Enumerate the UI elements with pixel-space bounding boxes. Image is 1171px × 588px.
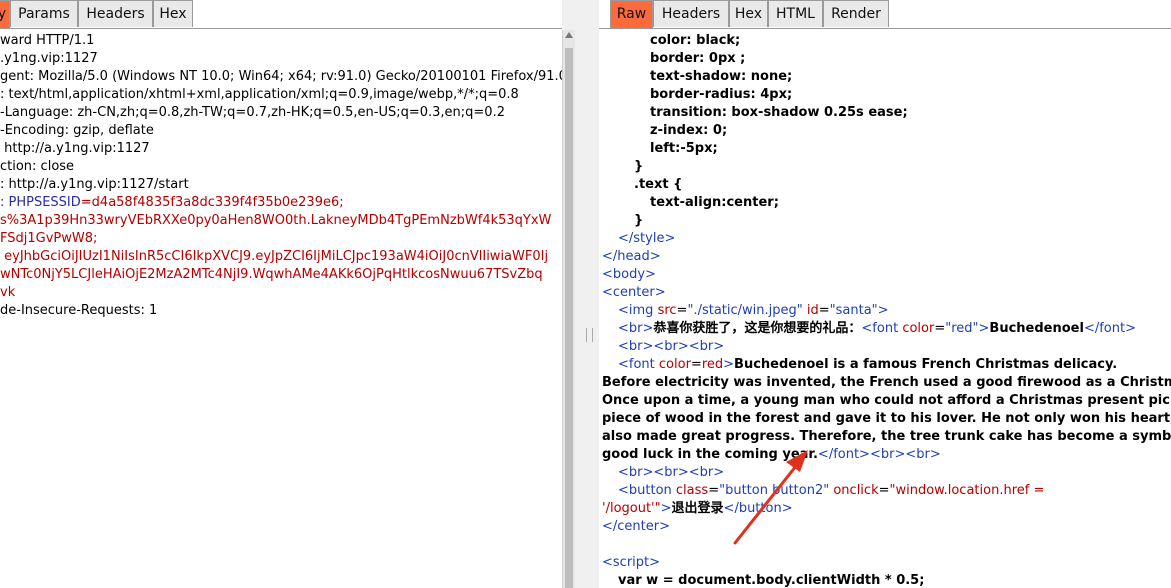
request-line: vk — [0, 285, 16, 300]
css-line: border-radius: 4px; — [650, 87, 793, 102]
gift-name: Buchedenoel — [989, 321, 1084, 336]
css-line: border: 0px ; — [650, 51, 746, 66]
br-tags: <br><br><br> — [618, 465, 725, 480]
cookie-value: =d4a58f4835f3a8dc339f4f35b0e239e6; — [80, 195, 344, 210]
tab-params[interactable]: Params — [10, 0, 78, 27]
tab-headers[interactable]: Headers — [78, 0, 153, 27]
cookie-name: : PHPSESSID — [0, 195, 81, 210]
attr-token: color — [658, 357, 691, 372]
request-editor[interactable]: ward HTTP/1.1 .y1ng.vip:1127 gent: Mozilla… — [0, 30, 562, 588]
attr-token: onclick — [829, 483, 879, 498]
css-line: z-index: 0; — [650, 123, 728, 138]
scroll-thumb[interactable] — [565, 48, 573, 588]
value-token: red — [701, 357, 724, 372]
css-brace: } — [634, 159, 644, 174]
style-close-tag: </style> — [618, 231, 676, 246]
scroll-up-arrow-icon[interactable] — [565, 32, 573, 38]
attr-token: id — [802, 303, 819, 318]
tag-token: > — [723, 357, 735, 372]
css-line: left:-5px; — [650, 141, 718, 156]
request-line: .y1ng.vip:1127 — [0, 51, 98, 66]
attr-token: src — [657, 303, 677, 318]
request-line: eyJhbGciOiJIUzI1NiIsInR5cCI6IkpXVCJ9.eyJ… — [0, 249, 549, 264]
css-line: text-align:center; — [650, 195, 779, 210]
tag-token: > — [877, 303, 889, 318]
congrats-line: <br>恭喜你获胜了，这是你想要的礼品：<font color="red">Bu… — [618, 321, 1136, 336]
center-close-tag: </center> — [602, 519, 670, 534]
request-line: ward HTTP/1.1 — [0, 33, 95, 48]
attr-token: color — [902, 321, 935, 336]
request-line: de-Insecure-Requests: 1 — [0, 303, 158, 318]
request-line: : http://a.y1ng.vip:1127/start — [0, 177, 189, 192]
tab-html[interactable]: HTML — [768, 0, 823, 27]
value-token: "./static/win.jpeg" — [687, 303, 803, 318]
css-rule: .text { — [634, 177, 683, 192]
response-tabbar: Raw Headers Hex HTML Render — [599, 0, 1171, 29]
attr-token: class — [675, 483, 709, 498]
request-line: http://a.y1ng.vip:1127 — [0, 141, 150, 156]
story-text: piece of wood in the forest and gave it … — [602, 411, 1171, 426]
img-tag-line: <img src="./static/win.jpeg" id="santa"> — [618, 303, 889, 318]
tag-token: <font — [861, 321, 903, 336]
tab-raw[interactable]: Raw — [610, 0, 653, 28]
request-tabbar: y Params Headers Hex — [0, 0, 562, 29]
story-text: good luck in the coming year. — [602, 447, 818, 462]
response-editor[interactable]: color: black; border: 0px ; text-shadow:… — [599, 30, 1171, 588]
request-line: -Language: zh-CN,zh;q=0.8,zh-TW;q=0.7,zh… — [0, 105, 505, 120]
logout-text: 退出登录 — [671, 501, 724, 516]
body-open-tag: <body> — [602, 267, 656, 282]
css-line: transition: box-shadow 0.25s ease; — [650, 105, 908, 120]
request-line: wNTc0NjY5LCJleHAiOjE2MzA2MTc4NjI9.WqwhAM… — [0, 267, 543, 282]
button-tag-line-2: '/logout'">退出登录</button> — [602, 500, 793, 518]
request-scrollbar[interactable] — [562, 30, 575, 588]
request-line: -Encoding: gzip, deflate — [0, 123, 154, 138]
request-line: : PHPSESSID=d4a58f4835f3a8dc339f4f35b0e2… — [0, 194, 344, 212]
splitter-grip-icon[interactable] — [586, 328, 593, 342]
value-token: "santa" — [829, 303, 878, 318]
css-line: color: black; — [650, 33, 741, 48]
tag-token: > — [978, 321, 990, 336]
css-line: text-shadow: none; — [650, 69, 793, 84]
value-token: "window.location.href = — [889, 483, 1045, 498]
request-pane: y Params Headers Hex ward HTTP/1.1 .y1ng.… — [0, 0, 562, 588]
script-open-tag: <script> — [602, 555, 661, 570]
tab-headers-response[interactable]: Headers — [653, 0, 729, 27]
request-line: s%3A1p39Hn33wryVEbRXXe0py0aHen8WO0th.Lak… — [0, 213, 552, 228]
tag-token: <button — [618, 483, 676, 498]
value-token: '/logout'" — [602, 501, 661, 516]
tag-token: </font> — [1083, 321, 1136, 336]
tab-hex[interactable]: Hex — [153, 0, 193, 27]
request-line: : text/html,application/xhtml+xml,applic… — [0, 87, 519, 102]
request-line: FSdj1GvPwW8; — [0, 231, 98, 246]
css-brace: } — [634, 213, 644, 228]
center-open-tag: <center> — [602, 285, 666, 300]
tag-token: <font — [618, 357, 659, 372]
value-token: "red" — [945, 321, 979, 336]
story-text: Before electricity was invented, the Fre… — [602, 375, 1171, 390]
story-text: Once upon a time, a young man who could … — [602, 393, 1171, 408]
head-close-tag: </head> — [602, 249, 661, 264]
tag-token: </font><br><br> — [817, 447, 941, 462]
tag-token: </button> — [723, 501, 793, 516]
story-text: also made great progress. Therefore, the… — [602, 429, 1171, 444]
tab-hex-response[interactable]: Hex — [729, 0, 768, 27]
font-open-line: <font color=red>Buchedenoel is a famous … — [618, 357, 1118, 372]
tab-raw-request[interactable]: y — [0, 0, 10, 28]
br-tags: <br><br><br> — [618, 339, 725, 354]
button-tag-line: <button class="button button2" onclick="… — [618, 483, 1045, 498]
tag-token: > — [660, 501, 672, 516]
tab-render[interactable]: Render — [823, 0, 889, 27]
response-pane: Raw Headers Hex HTML Render color: black… — [599, 0, 1171, 588]
tag-token: <img — [618, 303, 658, 318]
request-line: gent: Mozilla/5.0 (Windows NT 10.0; Win6… — [0, 69, 562, 84]
story-last-line: good luck in the coming year.</font><br>… — [602, 446, 941, 464]
congrats-text: 恭喜你获胜了，这是你想要的礼品： — [653, 321, 862, 336]
value-token: "button button2" — [719, 483, 830, 498]
script-line: var w = document.body.clientWidth * 0.5; — [618, 573, 925, 588]
request-line: ction: close — [0, 159, 75, 174]
story-text: Buchedenoel is a famous French Christmas… — [734, 357, 1118, 372]
tag-token: <br> — [618, 321, 654, 336]
